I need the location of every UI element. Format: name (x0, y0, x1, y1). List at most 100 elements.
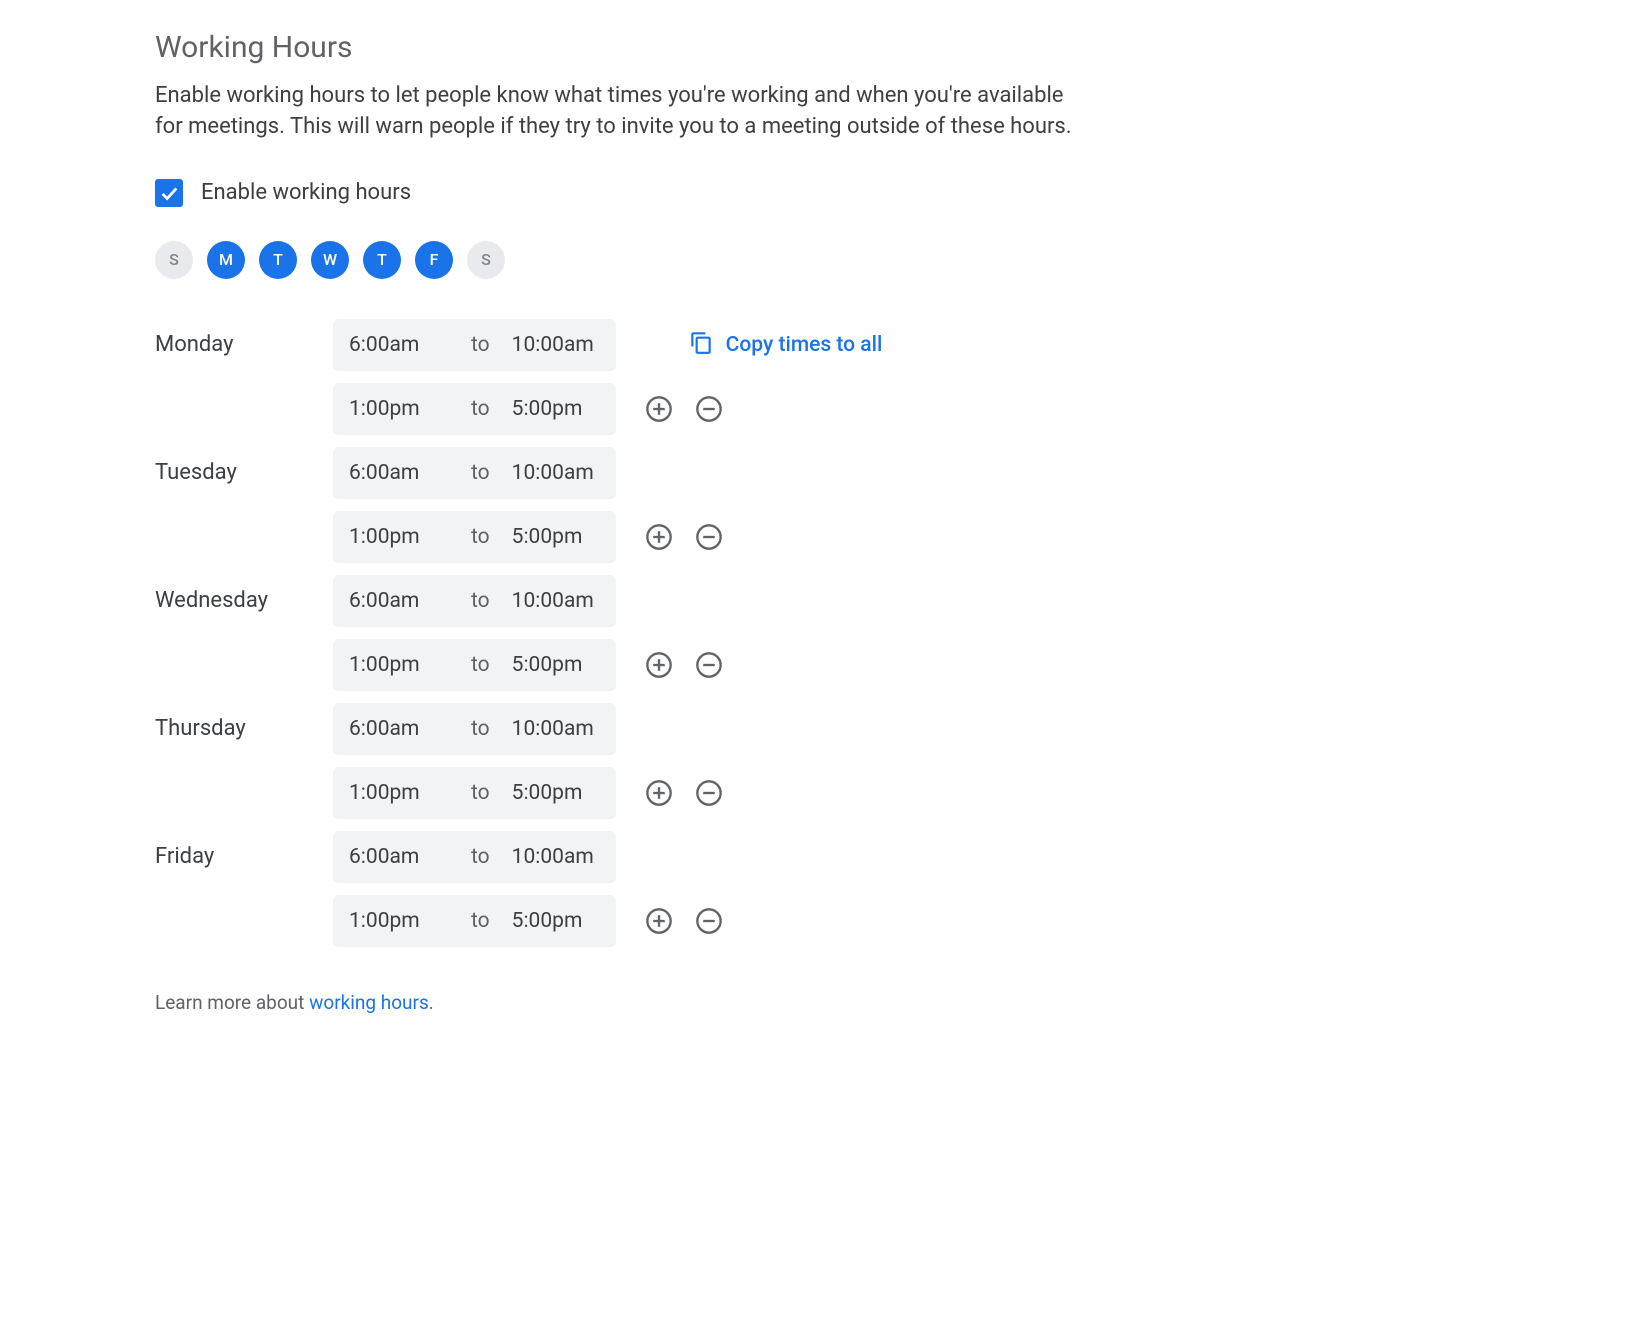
day-block-monday: Monday6:00amto10:00amCopy times to all1:… (155, 319, 1642, 447)
day-pill-3[interactable]: W (311, 241, 349, 279)
remove-time-range-button[interactable] (694, 522, 724, 552)
minus-circle-icon (695, 395, 723, 423)
time-row: Tuesday6:00amto10:00am (155, 447, 1642, 499)
time-separator: to (471, 397, 490, 421)
time-range-pill: 1:00pm to 5:00pm (333, 511, 616, 563)
end-time-input[interactable]: 10:00am (512, 717, 600, 741)
time-separator: to (471, 525, 490, 549)
end-time-input[interactable]: 5:00pm (512, 525, 600, 549)
time-range-actions (644, 778, 724, 808)
day-block-tuesday: Tuesday6:00amto10:00am1:00pmto5:00pm (155, 447, 1642, 575)
time-row: Wednesday6:00amto10:00am (155, 575, 1642, 627)
time-range-pill: 1:00pm to 5:00pm (333, 767, 616, 819)
time-separator: to (471, 653, 490, 677)
time-separator: to (471, 717, 490, 741)
page-title: Working Hours (155, 30, 1642, 65)
day-of-week-selector: SMTWTFS (155, 241, 1642, 279)
time-row: 1:00pm to 5:00pm (155, 639, 1642, 691)
start-time-input[interactable]: 1:00pm (349, 525, 449, 549)
end-time-input[interactable]: 5:00pm (512, 909, 600, 933)
add-time-range-button[interactable] (644, 650, 674, 680)
start-time-input[interactable]: 6:00am (349, 461, 449, 485)
start-time-input[interactable]: 6:00am (349, 717, 449, 741)
remove-time-range-button[interactable] (694, 394, 724, 424)
footer-suffix: . (429, 991, 434, 1014)
time-row: Friday 6:00am to 10:00am (155, 831, 1642, 883)
end-time-input[interactable]: 5:00pm (512, 653, 600, 677)
time-range-pill: 6:00am to 10:00am (333, 831, 616, 883)
time-range-pill: 1:00pm to 5:00pm (333, 383, 616, 435)
plus-circle-icon (645, 907, 673, 935)
learn-more-footer: Learn more about working hours. (155, 991, 1642, 1014)
time-separator: to (471, 589, 490, 613)
time-range-pill: 1:00pm to 5:00pm (333, 639, 616, 691)
add-time-range-button[interactable] (644, 522, 674, 552)
day-pill-2[interactable]: T (259, 241, 297, 279)
copy-label: Copy times to all (726, 333, 883, 357)
start-time-input[interactable]: 1:00pm (349, 781, 449, 805)
time-range-actions (644, 394, 724, 424)
add-time-range-button[interactable] (644, 906, 674, 936)
remove-time-range-button[interactable] (694, 778, 724, 808)
time-range-actions (644, 522, 724, 552)
day-pill-6[interactable]: S (467, 241, 505, 279)
start-time-input[interactable]: 1:00pm (349, 653, 449, 677)
minus-circle-icon (695, 651, 723, 679)
time-row: 1:00pm to 5:00pm (155, 767, 1642, 819)
remove-time-range-button[interactable] (694, 650, 724, 680)
start-time-input[interactable]: 1:00pm (349, 397, 449, 421)
time-range-pill: 1:00pmto5:00pm (333, 895, 616, 947)
start-time-input[interactable]: 1:00pm (349, 909, 449, 933)
end-time-input[interactable]: 10:00am (512, 333, 600, 357)
copy-icon (688, 329, 714, 361)
remove-time-range-button[interactable] (694, 906, 724, 936)
end-time-input[interactable]: 5:00pm (512, 397, 600, 421)
end-time-input[interactable]: 10:00am (512, 845, 600, 869)
time-range-pill: 6:00amto10:00am (333, 319, 616, 371)
working-hours-schedule: Monday6:00amto10:00amCopy times to all1:… (155, 319, 1642, 959)
end-time-input[interactable]: 10:00am (512, 461, 600, 485)
enable-working-hours-row: Enable working hours (155, 179, 1642, 207)
footer-prefix: Learn more about (155, 991, 309, 1014)
day-pill-5[interactable]: F (415, 241, 453, 279)
start-time-input[interactable]: 6:00am (349, 845, 449, 869)
plus-circle-icon (645, 651, 673, 679)
time-row: 1:00pm to 5:00pm (155, 511, 1642, 563)
time-range-pill: 6:00am to 10:00am (333, 703, 616, 755)
time-row: Thursday6:00amto10:00am (155, 703, 1642, 755)
time-separator: to (471, 461, 490, 485)
day-label: Monday (155, 332, 333, 357)
time-separator: to (471, 781, 490, 805)
working-hours-link[interactable]: working hours (309, 991, 429, 1014)
page-description: Enable working hours to let people know … (155, 81, 1075, 143)
time-row: 1:00pm to 5:00pm (155, 383, 1642, 435)
enable-working-hours-checkbox[interactable] (155, 179, 183, 207)
add-time-range-button[interactable] (644, 394, 674, 424)
time-range-pill: 6:00am to 10:00am (333, 575, 616, 627)
time-range-actions (644, 650, 724, 680)
day-pill-0[interactable]: S (155, 241, 193, 279)
day-pill-4[interactable]: T (363, 241, 401, 279)
minus-circle-icon (695, 779, 723, 807)
day-block-friday: Friday 6:00am to 10:00am 1:00pmto5:00pm (155, 831, 1642, 959)
day-block-wednesday: Wednesday6:00amto10:00am1:00pmto5:00pm (155, 575, 1642, 703)
end-time-input[interactable]: 5:00pm (512, 781, 600, 805)
time-separator: to (471, 845, 490, 869)
add-time-range-button[interactable] (644, 778, 674, 808)
time-row: Monday6:00amto10:00am Copy times to all (155, 319, 1642, 371)
time-range-actions (644, 906, 724, 936)
start-time-input[interactable]: 6:00am (349, 333, 449, 357)
plus-circle-icon (645, 523, 673, 551)
minus-circle-icon (695, 523, 723, 551)
plus-circle-icon (645, 395, 673, 423)
copy-times-to-all-button[interactable]: Copy times to all (688, 329, 883, 361)
start-time-input[interactable]: 6:00am (349, 589, 449, 613)
minus-circle-icon (695, 907, 723, 935)
time-row: 1:00pmto5:00pm (155, 895, 1642, 947)
day-pill-1[interactable]: M (207, 241, 245, 279)
enable-working-hours-label: Enable working hours (201, 180, 411, 205)
end-time-input[interactable]: 10:00am (512, 589, 600, 613)
day-label: Friday (155, 844, 333, 869)
day-block-thursday: Thursday6:00amto10:00am1:00pmto5:00pm (155, 703, 1642, 831)
checkmark-icon (158, 182, 180, 204)
